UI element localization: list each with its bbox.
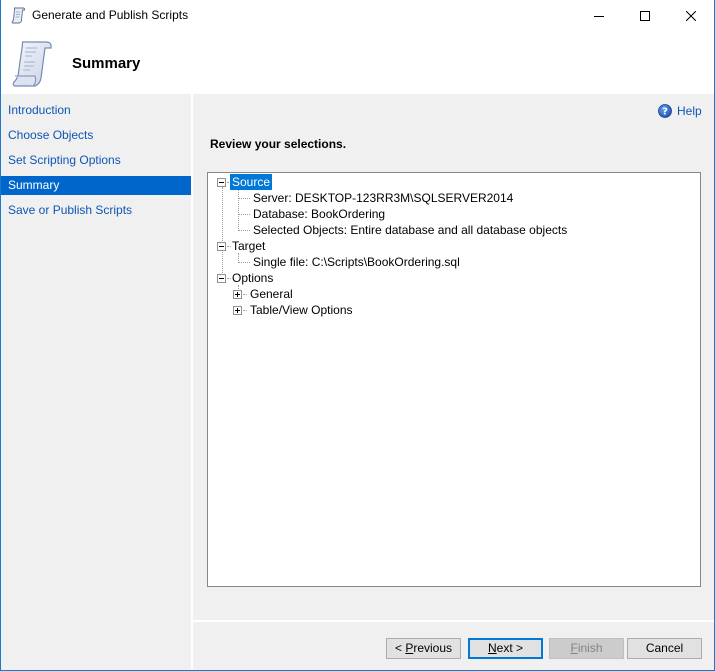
button-mnemonic: N: [487, 641, 497, 655]
svg-text:?: ?: [662, 107, 668, 118]
minimize-icon: [594, 15, 604, 17]
tree-connector: [238, 230, 250, 231]
button-label-rest: ext >: [496, 641, 524, 655]
nav-item-choose-objects[interactable]: Choose Objects: [1, 126, 191, 145]
cancel-button[interactable]: Cancel: [627, 638, 702, 659]
button-label-rest: revious: [413, 641, 453, 655]
summary-tree[interactable]: Source Server: DESKTOP-123RR3M\SQLSERVER…: [207, 172, 701, 587]
tree-leaf-selected-objects[interactable]: Selected Objects: Entire database and al…: [251, 222, 569, 238]
instruction-text: Review your selections.: [210, 137, 347, 151]
maximize-button[interactable]: [622, 0, 668, 31]
title-bar[interactable]: Generate and Publish Scripts: [1, 0, 714, 31]
expand-icon[interactable]: [233, 306, 242, 315]
button-label-rest: inish: [577, 641, 603, 655]
close-button[interactable]: [668, 0, 714, 31]
tree-connector: [222, 187, 223, 283]
tree-leaf-single-file[interactable]: Single file: C:\Scripts\BookOrdering.sql: [251, 254, 462, 270]
tree-node-label: Options: [232, 271, 274, 285]
collapse-icon[interactable]: [217, 178, 226, 187]
help-link[interactable]: ? Help: [658, 104, 702, 118]
tree-leaf-label: Selected Objects: Entire database and al…: [253, 223, 568, 237]
next-button[interactable]: Next >: [468, 638, 543, 659]
tree-leaf-label: Database: BookOrdering: [253, 207, 386, 221]
maximize-icon: [640, 10, 650, 21]
nav-item-save-or-publish[interactable]: Save or Publish Scripts: [1, 201, 191, 220]
script-scroll-icon: [12, 41, 52, 87]
wizard-nav: Introduction Choose Objects Set Scriptin…: [1, 94, 191, 670]
page-title: Summary: [72, 55, 141, 72]
wizard-header: Summary: [1, 31, 714, 94]
tree-node-target[interactable]: Target: [208, 238, 700, 254]
tree-connector: [238, 262, 250, 263]
minimize-button[interactable]: [576, 0, 622, 31]
button-mnemonic: F: [570, 641, 578, 655]
tree-leaf-label: Server: DESKTOP-123RR3M\SQLSERVER2014: [253, 191, 514, 205]
tree-node-source[interactable]: Source: [208, 174, 700, 190]
previous-button[interactable]: < Previous: [386, 638, 461, 659]
nav-item-introduction[interactable]: Introduction: [1, 101, 191, 120]
tree-node-label: General: [250, 287, 293, 301]
finish-button[interactable]: Finish: [549, 638, 624, 659]
script-scroll-icon: [11, 7, 25, 24]
collapse-icon[interactable]: [217, 242, 226, 251]
nav-item-summary[interactable]: Summary: [1, 176, 191, 195]
tree-node-label: Target: [232, 239, 266, 253]
button-label-prefix: <: [394, 641, 406, 655]
tree-node-options[interactable]: Options: [208, 270, 700, 286]
collapse-icon[interactable]: [217, 274, 226, 283]
tree-node-label: Table/View Options: [250, 303, 353, 317]
help-icon: ?: [658, 104, 672, 118]
tree-node-table-view-options[interactable]: Table/View Options: [208, 302, 700, 318]
nav-item-set-scripting-options[interactable]: Set Scripting Options: [1, 151, 191, 170]
window-title: Generate and Publish Scripts: [32, 8, 189, 22]
help-label: Help: [677, 104, 702, 118]
tree-leaf-server[interactable]: Server: DESKTOP-123RR3M\SQLSERVER2014: [251, 190, 515, 206]
wizard-window: Generate and Publish Scripts Summary Int…: [0, 0, 715, 671]
tree-node-general[interactable]: General: [208, 286, 700, 302]
tree-connector: [238, 214, 250, 215]
expand-icon[interactable]: [233, 290, 242, 299]
tree-connector: [238, 198, 250, 199]
content-panel: ? Help Review your selections. Source Se…: [193, 94, 714, 620]
wizard-footer: < Previous Next > Finish Cancel: [193, 622, 714, 670]
tree-connector: [238, 189, 239, 231]
tree-leaf-label: Single file: C:\Scripts\BookOrdering.sql: [253, 255, 460, 269]
tree-leaf-database[interactable]: Database: BookOrdering: [251, 206, 387, 222]
tree-node-label: Source: [230, 174, 273, 190]
close-icon: [686, 10, 696, 21]
